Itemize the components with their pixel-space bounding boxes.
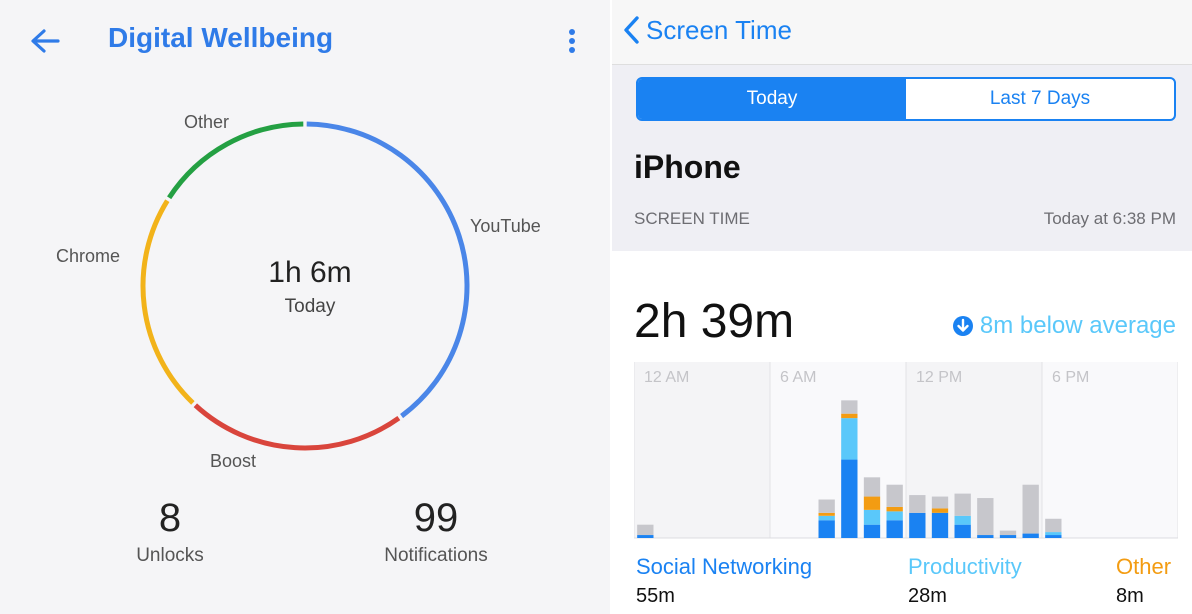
legend-other-value: 8m — [1116, 585, 1144, 607]
hourly-usage-chart[interactable]: 12 AM 6 AM 12 PM 6 PM — [633, 362, 1179, 540]
usage-bar-segment — [1045, 518, 1062, 533]
usage-bar-segment — [977, 498, 994, 536]
average-indicator: 8m below average — [952, 312, 1176, 340]
hourly-usage-bars: 12 AM 6 AM 12 PM 6 PM — [633, 362, 1179, 539]
donut-segment-other[interactable] — [167, 121, 304, 200]
usage-bar-segment — [1045, 535, 1062, 538]
usage-bar-segment — [931, 496, 949, 509]
unlocks-label: Unlocks — [136, 545, 204, 566]
usage-bar-segment — [977, 535, 994, 538]
chart-tick-label: 12 PM — [916, 369, 962, 386]
chart-quadrant — [906, 362, 1042, 538]
usage-bar-segment — [1022, 533, 1039, 538]
usage-bar-segment — [863, 477, 881, 497]
usage-bar-segment — [1045, 532, 1062, 536]
usage-bar-segment — [818, 515, 835, 521]
chart-quadrant — [770, 362, 906, 538]
period-segmented-control: Today Last 7 Days — [636, 77, 1176, 121]
donut-label-other: Other — [184, 112, 230, 132]
screen-time-panel: Screen Time Today Last 7 Days iPhone SCR… — [612, 0, 1192, 614]
usage-bar-segment — [954, 515, 971, 525]
usage-bar-segment — [886, 506, 903, 512]
legend-other: Other — [1116, 554, 1172, 579]
usage-bar-segment — [999, 535, 1017, 538]
usage-period-label: Today — [284, 296, 336, 317]
total-screen-time: 2h 39m — [634, 295, 795, 348]
chart-tick-label: 6 PM — [1052, 369, 1089, 386]
usage-bar-segment — [886, 511, 903, 521]
usage-bar-segment — [818, 520, 835, 538]
chart-quadrant — [1042, 362, 1178, 538]
donut-label-boost: Boost — [210, 451, 257, 471]
legend-productivity: Productivity — [908, 554, 1022, 579]
updated-timestamp: Today at 6:38 PM — [1043, 209, 1176, 228]
usage-bar-segment — [637, 535, 654, 538]
average-note: 8m below average — [979, 312, 1176, 339]
arrow-down-circle-icon — [952, 316, 973, 336]
usage-bar-segment — [863, 524, 881, 538]
usage-bar-segment — [886, 520, 903, 538]
chart-quadrant — [634, 362, 770, 538]
notifications-count: 99 — [413, 496, 459, 540]
usage-bar-segment — [886, 484, 903, 507]
donut-segment-boost[interactable] — [193, 403, 401, 451]
unlocks-count: 8 — [158, 496, 182, 540]
donut-segment-chrome[interactable] — [140, 199, 195, 405]
donut-label-chrome: Chrome — [56, 246, 121, 266]
section-label: SCREEN TIME — [634, 209, 750, 228]
usage-bar-segment — [841, 418, 858, 460]
usage-bar-segment — [999, 530, 1017, 536]
usage-bar-segment — [863, 496, 881, 510]
chevron-left-icon — [624, 16, 639, 44]
legend-social-networking-value: 55m — [636, 585, 675, 607]
legend-productivity-value: 28m — [908, 585, 947, 607]
usage-bar-segment — [909, 495, 926, 513]
usage-bar-segment — [909, 512, 926, 538]
usage-bar-segment — [637, 524, 654, 536]
usage-bar-segment — [1022, 484, 1039, 534]
usage-bar-segment — [841, 400, 858, 414]
notifications-label: Notifications — [384, 545, 488, 566]
navigation-bar: Screen Time — [612, 0, 1192, 65]
back-button-label: Screen Time — [646, 14, 792, 45]
tab-last-7-days[interactable]: Last 7 Days — [906, 79, 1174, 119]
usage-bar-segment — [863, 509, 881, 525]
tab-today[interactable]: Today — [638, 79, 906, 119]
back-button[interactable]: Screen Time — [622, 10, 792, 50]
usage-bar-segment — [931, 508, 949, 513]
device-name: iPhone — [634, 149, 741, 185]
usage-bar-segment — [931, 512, 949, 538]
usage-bar-segment — [954, 493, 971, 516]
chart-tick-label: 12 AM — [644, 369, 689, 386]
usage-bar-segment — [954, 524, 971, 538]
chart-tick-label: 6 AM — [780, 369, 816, 386]
donut-label-youtube: YouTube — [470, 216, 541, 236]
total-usage-time: 1h 6m — [268, 256, 352, 289]
usage-bar-segment — [818, 512, 835, 516]
usage-bar-segment — [841, 459, 858, 538]
usage-bar-segment — [818, 499, 835, 513]
legend-social-networking: Social Networking — [636, 554, 813, 579]
digital-wellbeing-panel: Digital Wellbeing Other YouTube Chrome B… — [0, 0, 610, 614]
screen-time-header: Today Last 7 Days iPhone SCREEN TIME Tod… — [612, 65, 1192, 251]
usage-bar-segment — [841, 413, 858, 419]
